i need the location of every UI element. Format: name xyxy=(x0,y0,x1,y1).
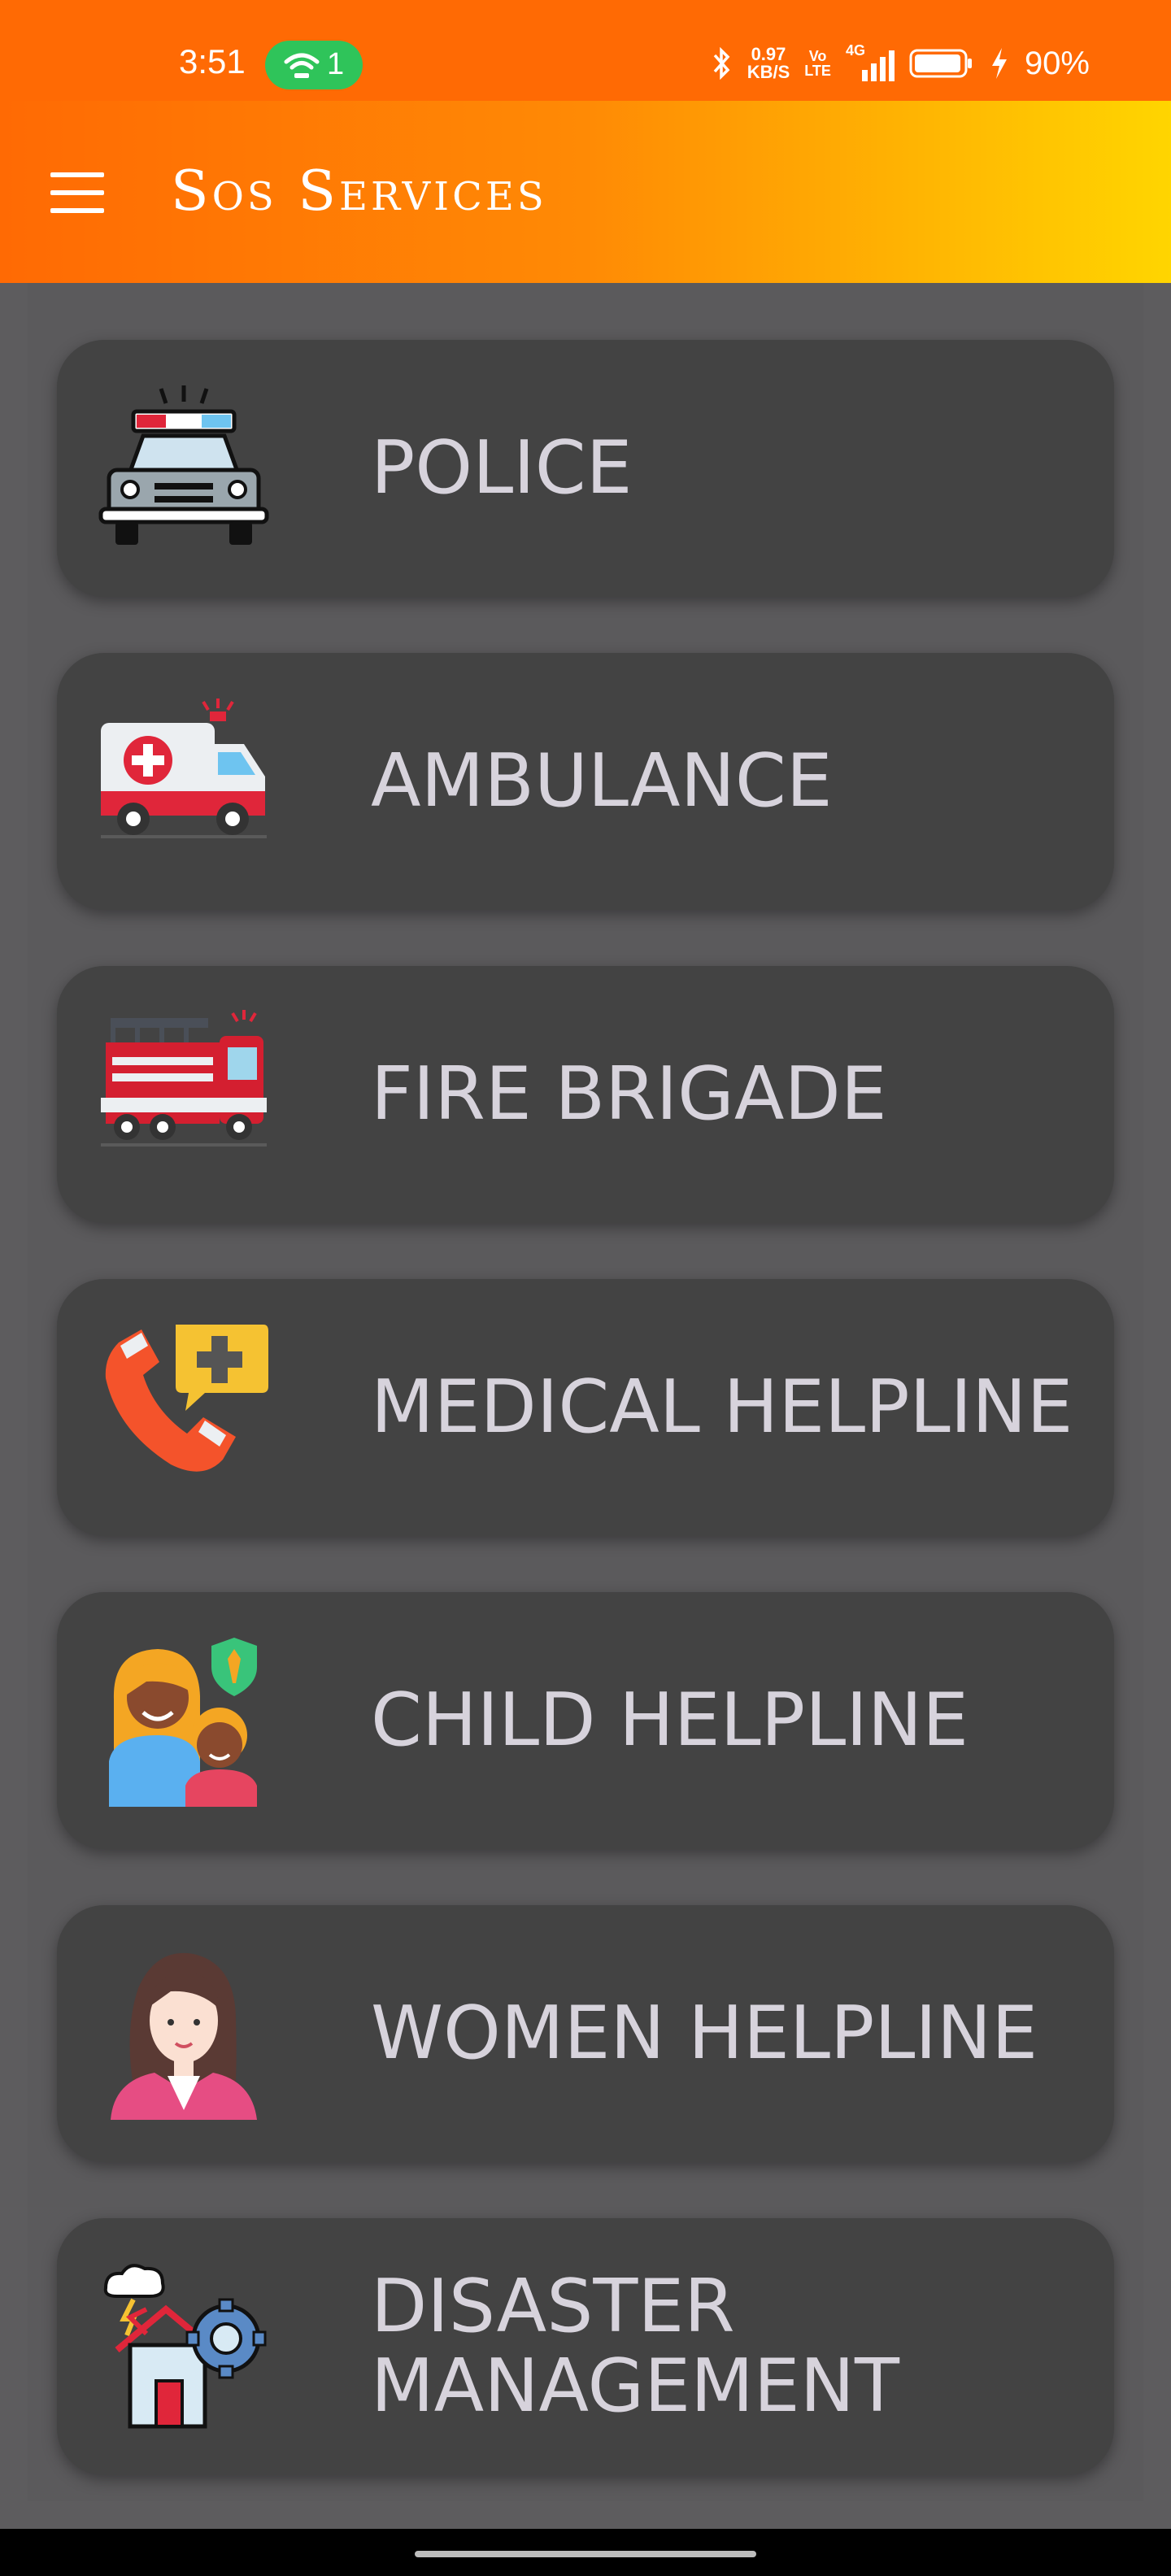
hotspot-count: 1 xyxy=(327,47,345,81)
app-bar: Sos Services xyxy=(0,101,1171,283)
status-icons: 0.97 KB/S Vo LTE 4G 90% xyxy=(712,39,1090,88)
volte-indicator: Vo LTE xyxy=(804,49,831,78)
service-card-police[interactable]: POLICE xyxy=(57,340,1114,597)
signal-icon: 4G xyxy=(846,42,895,81)
volte-top: Vo xyxy=(808,48,827,64)
fire-truck-icon xyxy=(101,1010,267,1147)
service-card-ambulance[interactable]: AMBULANCE xyxy=(57,653,1114,910)
service-card-women-helpline[interactable]: WOMEN HELPLINE xyxy=(57,1905,1114,2162)
wifi-hotspot-icon xyxy=(284,53,320,78)
disaster-icon xyxy=(103,2264,267,2429)
battery-percent: 90% xyxy=(1024,45,1090,81)
hamburger-menu-icon[interactable] xyxy=(50,172,104,213)
service-label: AMBULANCE xyxy=(371,738,833,824)
status-bar: 3:51 1 0.97 KB/S Vo LTE 4G 90% xyxy=(0,0,1171,101)
service-label: POLICE xyxy=(371,425,633,511)
battery-icon xyxy=(909,49,972,78)
service-card-medical-helpline[interactable]: MEDICAL HELPLINE xyxy=(57,1279,1114,1536)
child-helpline-icon xyxy=(109,1638,257,1807)
network-speed: 0.97 KB/S xyxy=(747,46,790,81)
network-type: 4G xyxy=(845,42,865,59)
speed-unit: KB/S xyxy=(747,62,790,82)
service-label: FIRE BRIGADE xyxy=(371,1051,887,1137)
police-car-icon xyxy=(98,385,269,545)
status-time: 3:51 xyxy=(179,42,246,80)
ambulance-icon xyxy=(101,698,267,838)
app-title: Sos Services xyxy=(171,159,547,224)
service-card-fire-brigade[interactable]: FIRE BRIGADE xyxy=(57,966,1114,1223)
service-label: DISASTER MANAGEMENT xyxy=(371,2264,899,2429)
services-list: POLICE AMBULANCE FIRE BRIGADE MEDICAL HE… xyxy=(28,283,1143,2501)
bluetooth-icon xyxy=(713,47,730,80)
service-card-child-helpline[interactable]: CHILD HELPLINE xyxy=(57,1592,1114,1849)
service-card-disaster-management[interactable]: DISASTER MANAGEMENT xyxy=(57,2218,1114,2475)
woman-icon xyxy=(111,1952,257,2120)
service-label: CHILD HELPLINE xyxy=(371,1677,969,1763)
medical-phone-icon xyxy=(105,1325,268,1472)
hotspot-pill[interactable]: 1 xyxy=(265,41,363,89)
volte-bottom: LTE xyxy=(804,63,831,79)
service-label: MEDICAL HELPLINE xyxy=(371,1364,1073,1450)
home-indicator[interactable] xyxy=(415,2551,756,2557)
speed-value: 0.97 xyxy=(751,44,786,64)
charging-icon xyxy=(991,48,1007,79)
service-label: WOMEN HELPLINE xyxy=(371,1991,1038,2076)
